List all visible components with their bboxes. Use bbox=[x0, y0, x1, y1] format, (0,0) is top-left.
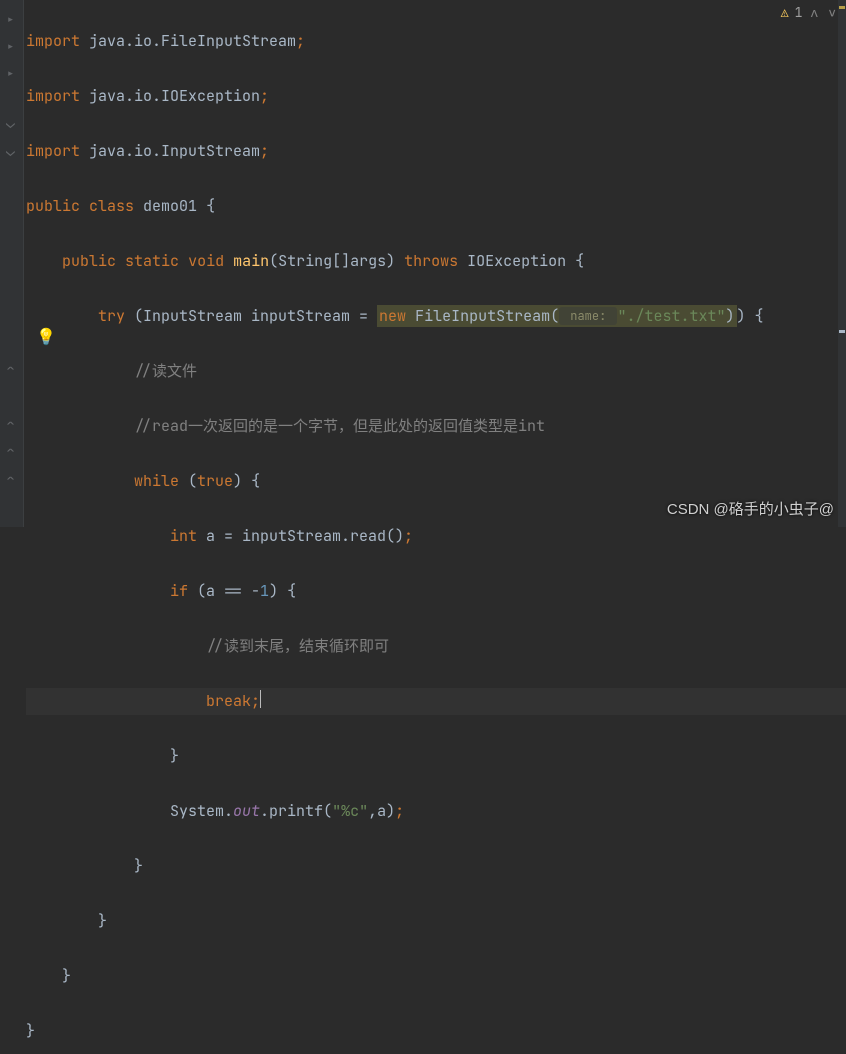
keyword-public: public bbox=[26, 196, 80, 216]
keyword-break: break bbox=[206, 691, 251, 711]
method-main: main bbox=[233, 251, 269, 271]
parameter-hint: name: bbox=[559, 307, 617, 325]
keyword-if: if bbox=[170, 581, 188, 601]
keyword-import: import bbox=[26, 86, 80, 106]
keyword-try: try bbox=[98, 306, 125, 326]
watermark-text: CSDN @硌手的小虫子@ bbox=[667, 498, 834, 519]
fold-end-icon[interactable]: ⌃ bbox=[6, 442, 18, 454]
comment: //读文件 bbox=[134, 361, 197, 381]
fold-collapse-icon[interactable]: ⌄ bbox=[6, 113, 18, 125]
keyword-class: class bbox=[89, 196, 134, 216]
current-line: break; bbox=[26, 688, 846, 716]
text-caret bbox=[260, 690, 261, 708]
static-field-out: out bbox=[233, 801, 260, 821]
string-literal: "./test.txt" bbox=[617, 306, 725, 326]
keyword-int: int bbox=[170, 526, 197, 546]
gutter: ▸ ▸ ▸ ⌄ ⌄ ⌃ ⌃ ⌃ ⌃ bbox=[0, 0, 24, 527]
keyword-while: while bbox=[134, 471, 179, 491]
comment: //读到末尾，结束循环即可 bbox=[206, 636, 389, 656]
fold-collapse-icon[interactable]: ⌄ bbox=[6, 141, 18, 153]
class-name: demo01 bbox=[134, 196, 206, 216]
keyword-import: import bbox=[26, 141, 80, 161]
number-literal: 1 bbox=[260, 581, 269, 601]
fold-icon[interactable]: ▸ bbox=[6, 64, 18, 76]
string-literal: "%c" bbox=[332, 801, 368, 821]
fold-icon[interactable]: ▸ bbox=[6, 37, 18, 49]
keyword-import: import bbox=[26, 31, 80, 51]
fold-end-icon[interactable]: ⌃ bbox=[6, 360, 18, 372]
fold-end-icon[interactable]: ⌃ bbox=[6, 470, 18, 482]
fold-end-icon[interactable]: ⌃ bbox=[6, 415, 18, 427]
comment: //read一次返回的是一个字节，但是此处的返回值类型是int bbox=[134, 416, 545, 436]
fold-icon[interactable]: ▸ bbox=[6, 10, 18, 22]
code-editor[interactable]: import java.io.FileInputStream; import j… bbox=[26, 0, 846, 1054]
keyword-new: new bbox=[379, 306, 406, 326]
